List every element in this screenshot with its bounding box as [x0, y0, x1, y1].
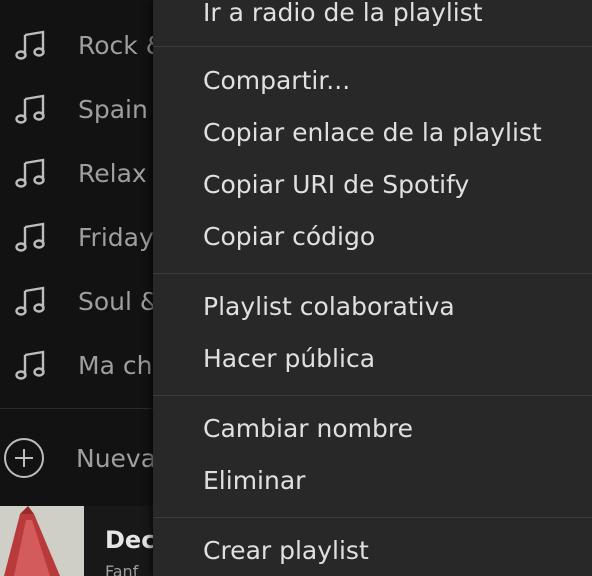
menu-separator: [153, 46, 592, 47]
menu-item-delete[interactable]: Eliminar: [203, 465, 305, 497]
now-playing-artist[interactable]: Fanf: [105, 562, 138, 576]
music-note-icon: [15, 30, 45, 60]
music-note-icon: [15, 222, 45, 252]
menu-item-go-to-radio[interactable]: Ir a radio de la playlist: [203, 0, 483, 29]
context-menu: Ir a radio de la playlist Compartir... C…: [153, 0, 592, 576]
menu-item-make-public[interactable]: Hacer pública: [203, 343, 375, 375]
now-playing-title[interactable]: Dec: [105, 526, 155, 554]
new-playlist-label: Nueva: [76, 443, 157, 473]
menu-item-rename[interactable]: Cambiar nombre: [203, 413, 413, 445]
menu-separator: [153, 395, 592, 396]
playlist-label: Ma ch: [78, 350, 153, 380]
music-note-icon: [15, 158, 45, 188]
album-cover[interactable]: [0, 506, 84, 576]
menu-item-share[interactable]: Compartir...: [203, 65, 350, 97]
menu-item-create-playlist[interactable]: Crear playlist: [203, 535, 369, 567]
music-note-icon: [15, 286, 45, 316]
plus-circle-icon: [4, 438, 44, 478]
playlist-label: Soul &: [78, 286, 160, 316]
album-art-image: [0, 506, 84, 576]
playlist-label: Spain: [78, 94, 148, 124]
music-note-icon: [15, 350, 45, 380]
menu-separator: [153, 517, 592, 518]
music-note-icon: [15, 94, 45, 124]
menu-item-copy-link[interactable]: Copiar enlace de la playlist: [203, 117, 542, 149]
menu-item-copy-uri[interactable]: Copiar URI de Spotify: [203, 169, 469, 201]
menu-item-collaborative[interactable]: Playlist colaborativa: [203, 291, 455, 323]
menu-separator: [153, 273, 592, 274]
playlist-label: Relax: [78, 158, 147, 188]
menu-item-copy-code[interactable]: Copiar código: [203, 221, 375, 253]
playlist-label: Friday: [78, 222, 154, 252]
